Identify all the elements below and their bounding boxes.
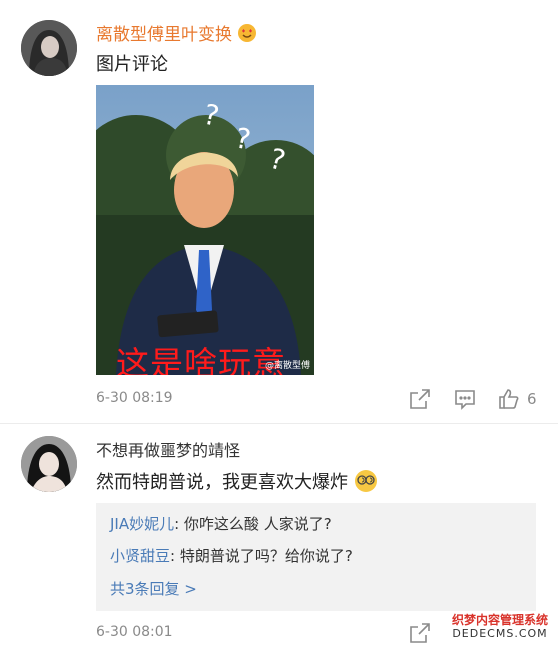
like-icon[interactable]	[497, 387, 523, 413]
meme-caption: 这是啥玩意	[116, 344, 286, 375]
site-watermark: 织梦内容管理系统 DEDECMS.COM	[451, 613, 548, 640]
heart-eyes-emoji-icon	[237, 23, 257, 48]
timestamp: 6-30 08:01	[96, 624, 173, 640]
comment-image[interactable]: ? ? ? 这是啥玩意 @离散型傅	[96, 85, 314, 375]
reply-item[interactable]: 小贤甜豆: 特朗普说了吗？给你说了?	[110, 545, 353, 566]
reply-username[interactable]: 小贤甜豆	[110, 547, 170, 565]
avatar[interactable]	[21, 436, 77, 492]
image-watermark: @离散型傅	[264, 361, 310, 371]
username[interactable]: 离散型傅里叶变换	[96, 20, 257, 48]
comment-text: 然而特朗普说，我更喜欢大爆炸	[96, 468, 378, 498]
share-icon[interactable]	[408, 387, 434, 413]
replies-panel: JIA妙妮儿: 你咋这么酸 人家说了? 小贤甜豆: 特朗普说了吗？给你说了? 共…	[96, 503, 536, 611]
comment-icon[interactable]	[453, 387, 479, 413]
view-all-replies-link[interactable]: 共3条回复 >	[110, 578, 197, 599]
reply-username[interactable]: JIA妙妮儿	[110, 515, 174, 533]
reply-text: : 特朗普说了吗？给你说了?	[170, 547, 353, 565]
comment-text: 图片评论	[96, 54, 168, 75]
avatar[interactable]	[21, 20, 77, 76]
reply-text: : 你咋这么酸 人家说了?	[174, 515, 332, 533]
divider	[0, 423, 558, 424]
share-icon[interactable]	[408, 621, 434, 647]
reply-item[interactable]: JIA妙妮儿: 你咋这么酸 人家说了?	[110, 513, 332, 534]
timestamp: 6-30 08:19	[96, 390, 173, 406]
like-count: 6	[527, 390, 537, 408]
dizzy-glasses-emoji-icon	[354, 469, 378, 498]
username[interactable]: 不想再做噩梦的靖怪	[96, 437, 240, 461]
